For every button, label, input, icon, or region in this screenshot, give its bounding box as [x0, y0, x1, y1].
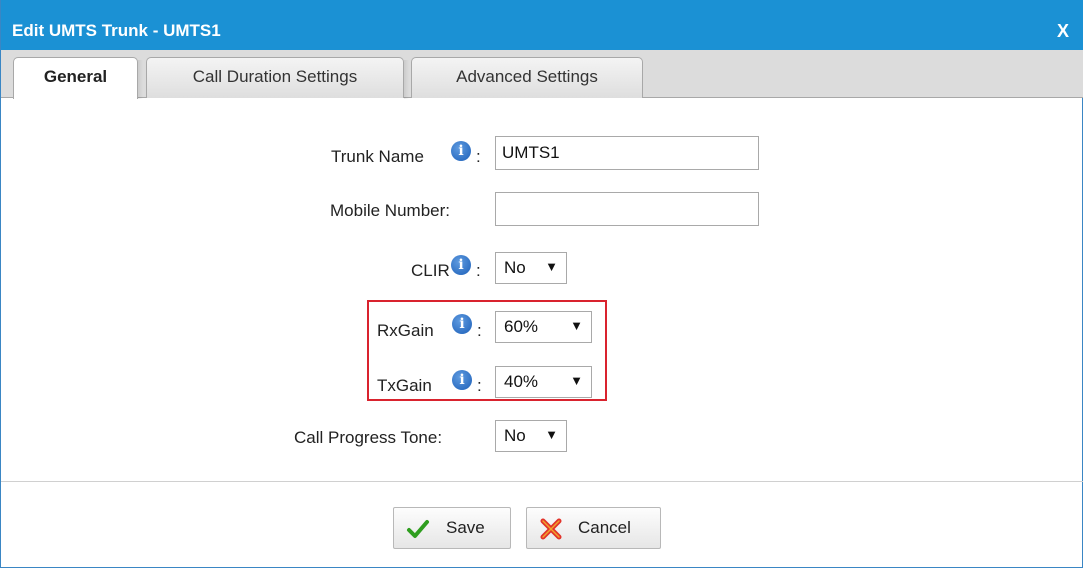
edit-trunk-dialog: Edit UMTS Trunk - UMTS1 X General Call D… [0, 0, 1083, 568]
tx-gain-select[interactable]: 40% ▼ [495, 366, 592, 398]
tab-call-duration-settings[interactable]: Call Duration Settings [146, 57, 409, 99]
call-progress-tone-select-value: No [504, 426, 526, 445]
call-progress-tone-label: Call Progress Tone: [294, 428, 443, 447]
triangle-down-icon: ▼ [570, 318, 583, 333]
tab-advanced-settings[interactable]: Advanced Settings [411, 57, 643, 98]
triangle-down-icon: ▼ [570, 373, 583, 388]
tab-advanced-label: Advanced Settings [456, 67, 598, 86]
trunk-name-input[interactable] [495, 136, 759, 170]
mobile-number-input[interactable] [495, 192, 759, 226]
checkmark-icon [407, 520, 429, 538]
footer-divider [1, 481, 1083, 482]
colon: : [477, 321, 482, 340]
colon: : [476, 147, 481, 166]
dialog-titlebar: Edit UMTS Trunk - UMTS1 X [1, 0, 1083, 50]
clir-select[interactable]: No ▼ [495, 252, 567, 284]
call-progress-tone-select[interactable]: No ▼ [495, 420, 567, 452]
colon: : [476, 261, 481, 280]
triangle-down-icon: ▼ [545, 427, 558, 442]
mobile-number-label: Mobile Number: [330, 201, 450, 220]
trunk-name-label: Trunk Name [331, 147, 424, 166]
tab-strip: General Call Duration Settings Advanced … [1, 50, 1083, 99]
rx-gain-select-value: 60% [504, 317, 539, 336]
clir-label: CLIR [411, 261, 450, 280]
clir-select-value: No [504, 258, 526, 277]
cross-icon [540, 518, 562, 540]
tab-call-duration-label: Call Duration Settings [192, 67, 358, 86]
tab-general[interactable]: General [13, 57, 143, 99]
info-icon[interactable]: i [451, 141, 471, 161]
triangle-down-icon: ▼ [545, 259, 558, 274]
close-button[interactable]: X [1057, 21, 1069, 42]
rx-gain-label: RxGain [377, 321, 434, 340]
dialog-title: Edit UMTS Trunk - UMTS1 [12, 21, 221, 40]
info-icon[interactable]: i [452, 370, 472, 390]
cancel-button-label: Cancel [578, 518, 631, 537]
tab-general-label: General [43, 67, 108, 86]
rx-gain-select[interactable]: 60% ▼ [495, 311, 592, 343]
tx-gain-label: TxGain [377, 376, 432, 395]
save-button[interactable]: Save [393, 507, 511, 549]
tx-gain-select-value: 40% [504, 372, 539, 391]
cancel-button[interactable]: Cancel [526, 507, 661, 549]
save-button-label: Save [446, 518, 485, 537]
info-icon[interactable]: i [451, 255, 471, 275]
info-icon[interactable]: i [452, 314, 472, 334]
colon: : [477, 376, 482, 395]
